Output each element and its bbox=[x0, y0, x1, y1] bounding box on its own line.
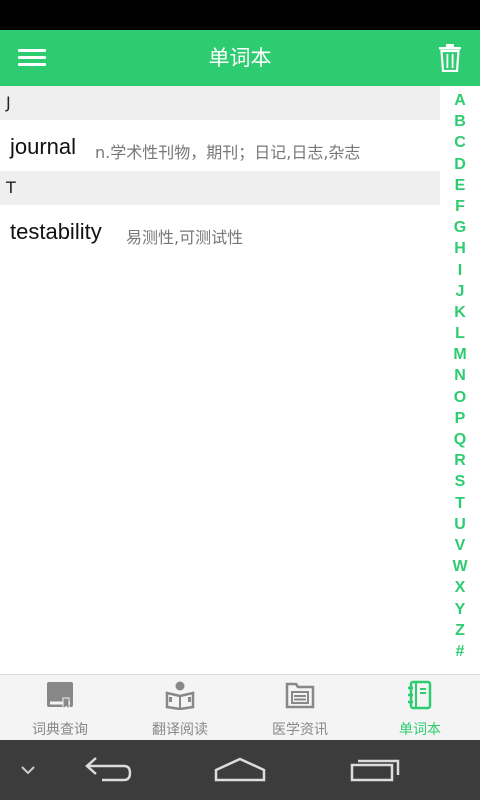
word-list-area: J journal n.学术性刊物，期刊；日记,日志,杂志 T testabil… bbox=[0, 86, 480, 674]
index-letter-k[interactable]: K bbox=[452, 302, 468, 323]
index-letter-hash[interactable]: # bbox=[452, 641, 468, 662]
word-list: J journal n.学术性刊物，期刊；日记,日志,杂志 T testabil… bbox=[0, 86, 440, 256]
news-folder-icon bbox=[285, 680, 315, 710]
section-header-t: T bbox=[0, 171, 440, 205]
index-letter-i[interactable]: I bbox=[452, 260, 468, 281]
notebook-icon bbox=[405, 680, 435, 710]
word-text: journal bbox=[10, 134, 77, 159]
tab-label: 单词本 bbox=[399, 722, 441, 738]
alphabet-index[interactable]: A B C D E F G H I J K L M N O P Q R S T … bbox=[452, 90, 468, 662]
list-item[interactable]: journal n.学术性刊物，期刊；日记,日志,杂志 bbox=[0, 120, 440, 171]
index-letter-d[interactable]: D bbox=[452, 154, 468, 175]
tab-translate-read[interactable]: 翻译阅读 bbox=[120, 675, 240, 741]
index-letter-z[interactable]: Z bbox=[452, 620, 468, 641]
index-letter-h[interactable]: H bbox=[452, 238, 468, 259]
bottom-tab-bar: 词典查询 翻译阅读 医学资讯 单词本 bbox=[0, 674, 480, 740]
index-letter-o[interactable]: O bbox=[452, 387, 468, 408]
tab-label: 词典查询 bbox=[32, 722, 88, 738]
word-definition: 易测性,可测试性 bbox=[126, 228, 244, 247]
index-letter-x[interactable]: X bbox=[452, 577, 468, 598]
index-letter-m[interactable]: M bbox=[452, 344, 468, 365]
word-text: testability bbox=[10, 219, 102, 244]
back-arrow-icon[interactable] bbox=[78, 740, 134, 800]
index-letter-s[interactable]: S bbox=[452, 471, 468, 492]
index-letter-q[interactable]: Q bbox=[452, 429, 468, 450]
chevron-down-icon[interactable] bbox=[14, 740, 42, 800]
index-letter-j[interactable]: J bbox=[452, 281, 468, 302]
index-letter-r[interactable]: R bbox=[452, 450, 468, 471]
index-letter-n[interactable]: N bbox=[452, 365, 468, 386]
trash-icon[interactable] bbox=[438, 44, 462, 73]
index-letter-g[interactable]: G bbox=[452, 217, 468, 238]
tab-dictionary[interactable]: 词典查询 bbox=[0, 675, 120, 741]
tab-wordbook[interactable]: 单词本 bbox=[360, 675, 480, 741]
index-letter-f[interactable]: F bbox=[452, 196, 468, 217]
index-letter-e[interactable]: E bbox=[452, 175, 468, 196]
index-letter-p[interactable]: P bbox=[452, 408, 468, 429]
index-letter-l[interactable]: L bbox=[452, 323, 468, 344]
home-icon[interactable] bbox=[212, 740, 268, 800]
list-item[interactable]: testability 易测性,可测试性 bbox=[0, 205, 440, 256]
index-letter-t[interactable]: T bbox=[452, 493, 468, 514]
reading-person-icon bbox=[165, 680, 195, 711]
section-header-j: J bbox=[0, 86, 440, 120]
index-letter-a[interactable]: A bbox=[452, 90, 468, 111]
index-letter-w[interactable]: W bbox=[452, 556, 468, 577]
app-bar: 单词本 bbox=[0, 30, 480, 86]
page-title: 单词本 bbox=[208, 46, 272, 70]
system-navigation-bar bbox=[0, 740, 480, 800]
index-letter-y[interactable]: Y bbox=[452, 599, 468, 620]
index-letter-c[interactable]: C bbox=[452, 132, 468, 153]
index-letter-b[interactable]: B bbox=[452, 111, 468, 132]
index-letter-u[interactable]: U bbox=[452, 514, 468, 535]
dictionary-book-icon bbox=[45, 680, 75, 711]
tab-medical-news[interactable]: 医学资讯 bbox=[240, 675, 360, 741]
tab-label: 医学资讯 bbox=[272, 722, 328, 738]
recent-apps-icon[interactable] bbox=[348, 740, 404, 800]
status-bar bbox=[0, 0, 480, 30]
index-letter-v[interactable]: V bbox=[452, 535, 468, 556]
word-definition: n.学术性刊物，期刊；日记,日志,杂志 bbox=[95, 143, 361, 162]
tab-label: 翻译阅读 bbox=[152, 722, 208, 738]
